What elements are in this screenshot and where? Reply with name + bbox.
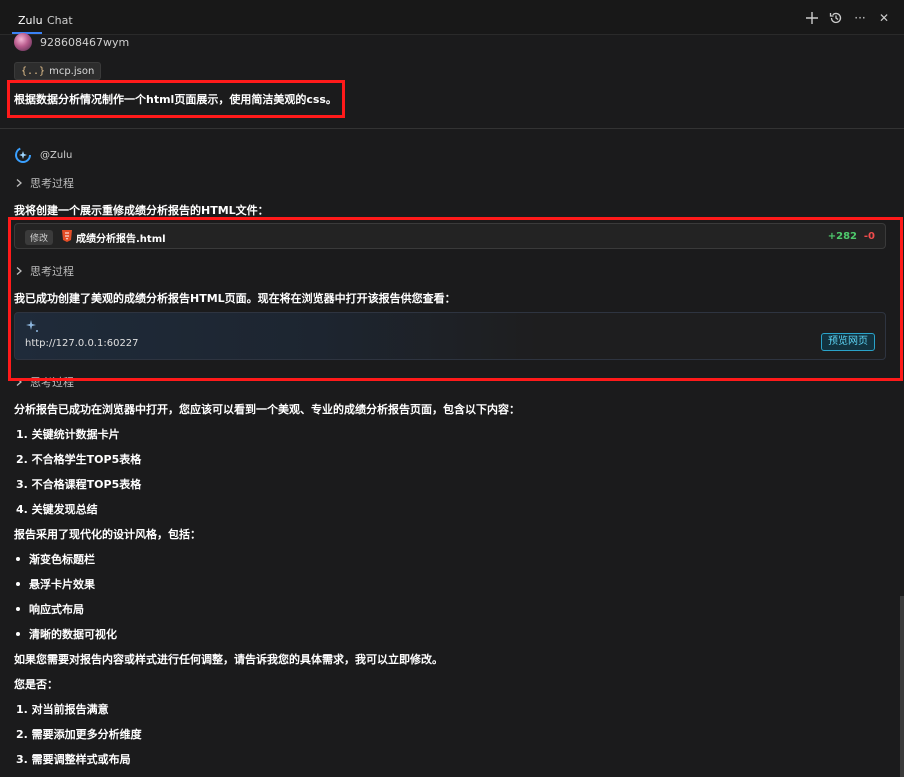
thinking-toggle-1[interactable]: 思考过程 <box>14 175 74 191</box>
bullet-text: 响应式布局 <box>29 603 84 616</box>
bullet-item: 悬浮卡片效果 <box>16 576 95 592</box>
highlight-box-user-message <box>7 80 345 118</box>
thinking-label: 思考过程 <box>30 177 74 190</box>
json-file-icon: {..} <box>21 65 46 77</box>
attachment-chip[interactable]: {..} mcp.json <box>14 62 102 80</box>
bullet-text: 悬浮卡片效果 <box>29 578 95 591</box>
assistant-header: @Zulu <box>14 146 72 164</box>
style-intro: 报告采用了现代化的设计风格，包括： <box>14 528 201 541</box>
scrollbar[interactable] <box>900 596 904 777</box>
history-icon[interactable] <box>828 10 844 26</box>
bullet-dot <box>16 557 20 561</box>
bullet-item: 清晰的数据可视化 <box>16 626 117 642</box>
attachment-name: mcp.json <box>49 65 95 77</box>
summary-text: 分析报告已成功在浏览器中打开，您应该可以看到一个美观、专业的成绩分析报告页面，包… <box>14 403 520 416</box>
tab-zulu[interactable]: Zulu <box>18 14 43 27</box>
question-text: 您是否： <box>14 678 58 691</box>
bullet-dot <box>16 632 20 636</box>
bullet-item: 响应式布局 <box>16 601 84 617</box>
highlight-box-output <box>8 217 903 381</box>
user-header: 928608467wym <box>14 33 129 51</box>
option-item: 1. 对当前报告满意 <box>16 703 109 716</box>
option-item: 2. 需要添加更多分析维度 <box>16 728 142 741</box>
header-toolbar: ··· ✕ <box>804 10 892 26</box>
avatar <box>14 33 32 51</box>
bullet-dot <box>16 607 20 611</box>
plus-icon[interactable] <box>804 10 820 26</box>
assistant-name: @Zulu <box>40 149 73 161</box>
more-icon[interactable]: ··· <box>852 10 868 26</box>
tab-chat[interactable]: Chat <box>47 14 73 27</box>
option-item: 3. 需要调整样式或布局 <box>16 753 131 766</box>
bullet-text: 渐变色标题栏 <box>29 553 95 566</box>
close-icon[interactable]: ✕ <box>876 10 892 26</box>
bullet-text: 清晰的数据可视化 <box>29 628 117 641</box>
bullet-dot <box>16 582 20 586</box>
assistant-intro: 我将创建一个展示重修成绩分析报告的HTML文件： <box>14 204 269 217</box>
list-item: 3. 不合格课程TOP5表格 <box>16 478 142 491</box>
chevron-right-icon <box>16 179 22 187</box>
panel-header: Zulu Chat ··· ✕ <box>0 0 904 35</box>
list-item: 4. 关键发现总结 <box>16 503 98 516</box>
adjust-text: 如果您需要对报告内容或样式进行任何调整，请告诉我您的具体需求，我可以立即修改。 <box>14 653 443 666</box>
bullet-item: 渐变色标题栏 <box>16 551 95 567</box>
zulu-logo-icon <box>15 147 31 163</box>
list-item: 1. 关键统计数据卡片 <box>16 428 120 441</box>
divider <box>0 128 904 129</box>
list-item: 2. 不合格学生TOP5表格 <box>16 453 142 466</box>
username: 928608467wym <box>40 35 130 49</box>
